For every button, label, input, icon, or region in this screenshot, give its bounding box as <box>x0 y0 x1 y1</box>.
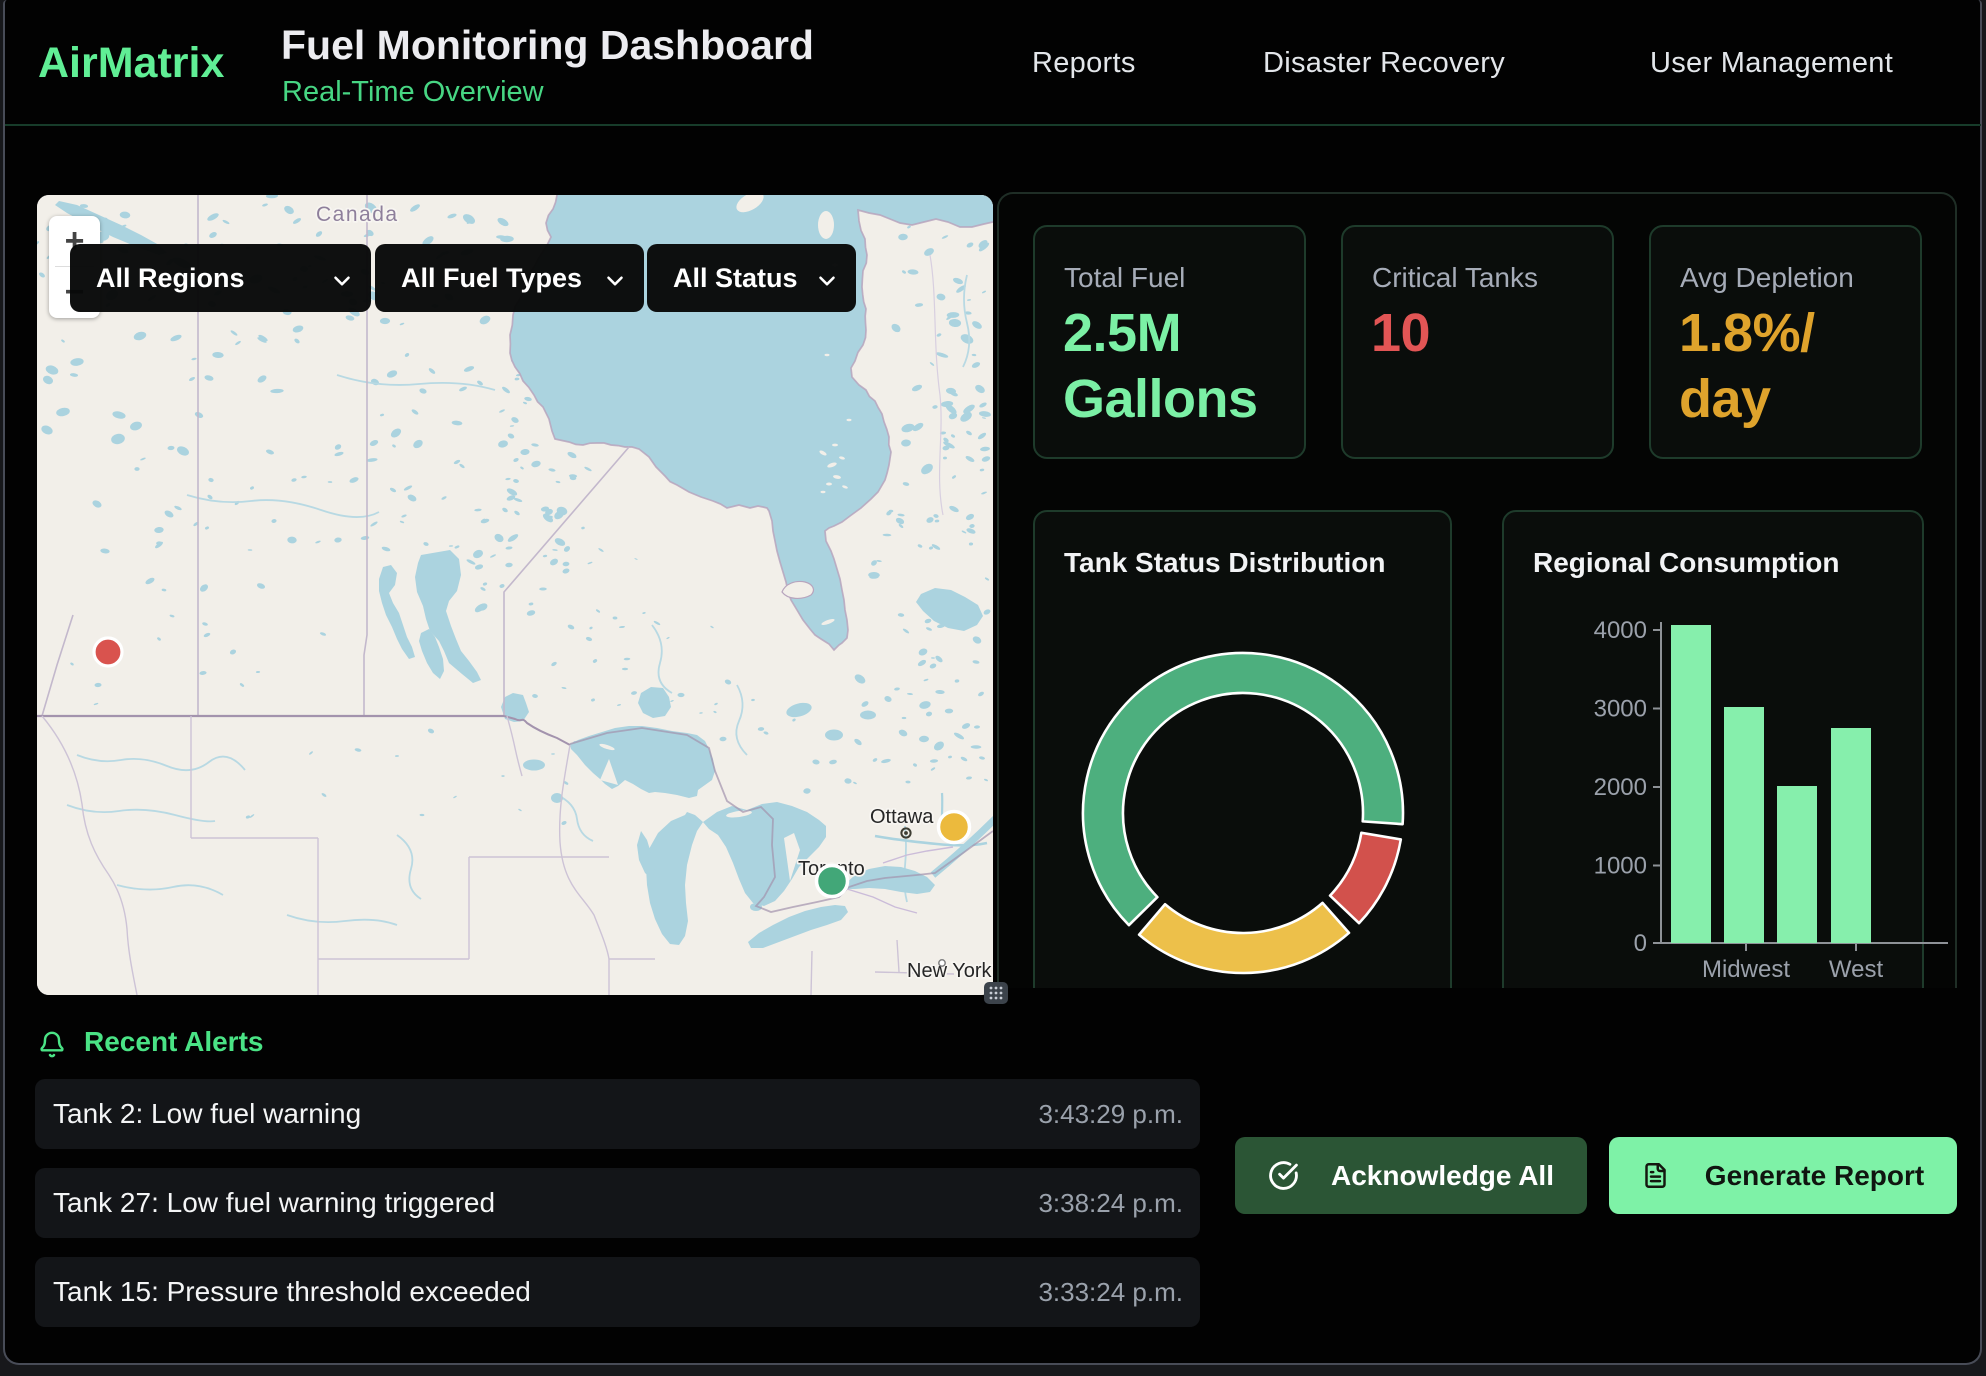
svg-text:4000: 4000 <box>1594 617 1647 644</box>
svg-text:3000: 3000 <box>1594 696 1647 723</box>
svg-text:Ottawa: Ottawa <box>870 806 934 828</box>
svg-text:West: West <box>1829 956 1884 983</box>
svg-text:2000: 2000 <box>1594 774 1647 801</box>
svg-text:Midwest: Midwest <box>1702 956 1790 983</box>
svg-text:0: 0 <box>1634 930 1647 957</box>
svg-text:Canada: Canada <box>316 203 399 226</box>
svg-text:New York: New York <box>907 960 992 982</box>
svg-text:1000: 1000 <box>1594 853 1647 880</box>
